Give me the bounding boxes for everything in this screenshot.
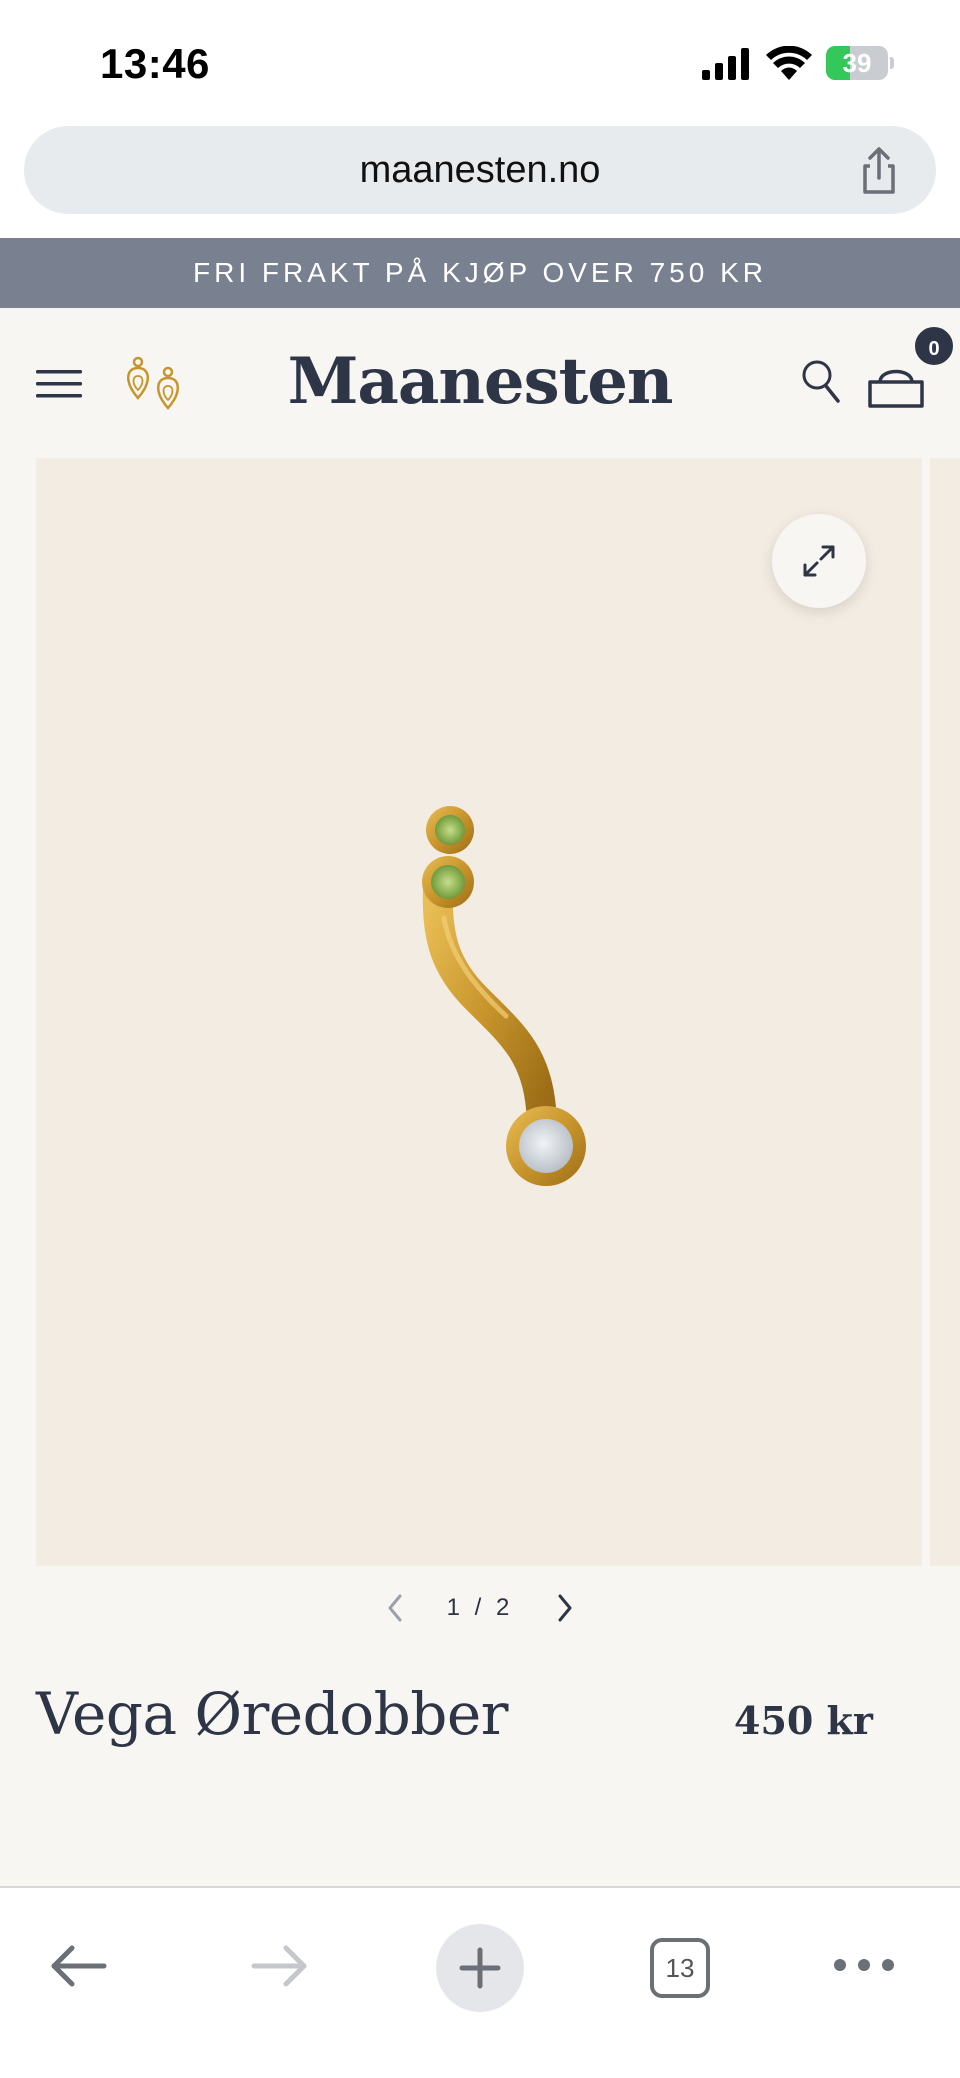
arrow-right-icon[interactable] — [248, 1938, 312, 1994]
battery-percent: 39 — [842, 48, 872, 78]
product-title: Vega Øredobber — [36, 1680, 508, 1748]
slide-total: 2 — [496, 1594, 514, 1621]
browser-toolbar: 13 — [0, 1886, 960, 2078]
slide-counter: 1 / 2 — [430, 1588, 530, 1628]
product-price: 450 kr — [734, 1698, 873, 1743]
share-icon[interactable] — [854, 146, 904, 196]
plus-icon — [459, 1947, 501, 1989]
slide-current: 1 — [446, 1594, 464, 1621]
site-header: Maanesten 0 — [0, 308, 960, 458]
next-slide-peek — [930, 458, 960, 1566]
new-tab-button[interactable] — [436, 1924, 524, 2012]
signal-icon — [702, 48, 749, 80]
bag-icon[interactable] — [866, 358, 926, 410]
chevron-right-icon[interactable] — [548, 1588, 580, 1628]
status-time: 13:46 — [100, 40, 210, 87]
address-bar[interactable]: maanesten.no — [24, 126, 936, 214]
battery-icon: 39 — [826, 46, 894, 80]
expand-button[interactable] — [772, 514, 866, 608]
expand-icon — [803, 545, 835, 577]
url-text[interactable]: maanesten.no — [24, 126, 936, 214]
wifi-icon — [766, 46, 812, 80]
arrow-left-icon[interactable] — [46, 1938, 110, 1994]
announcement-bar: FRI FRAKT PÅ KJØP OVER 750 KR — [0, 238, 960, 308]
chevron-left-icon[interactable] — [380, 1588, 412, 1628]
more-icon[interactable] — [832, 1950, 896, 1980]
status-bar: 13:46 39 — [0, 0, 960, 122]
search-icon[interactable] — [800, 358, 842, 404]
gallery-pagination: 1 / 2 — [0, 1588, 960, 1628]
cart-count-badge[interactable]: 0 — [912, 324, 956, 368]
slide-separator: / — [474, 1594, 486, 1621]
product-gallery[interactable] — [36, 458, 922, 1566]
tabs-button[interactable]: 13 — [650, 1938, 710, 1998]
product-image[interactable] — [366, 788, 606, 1228]
